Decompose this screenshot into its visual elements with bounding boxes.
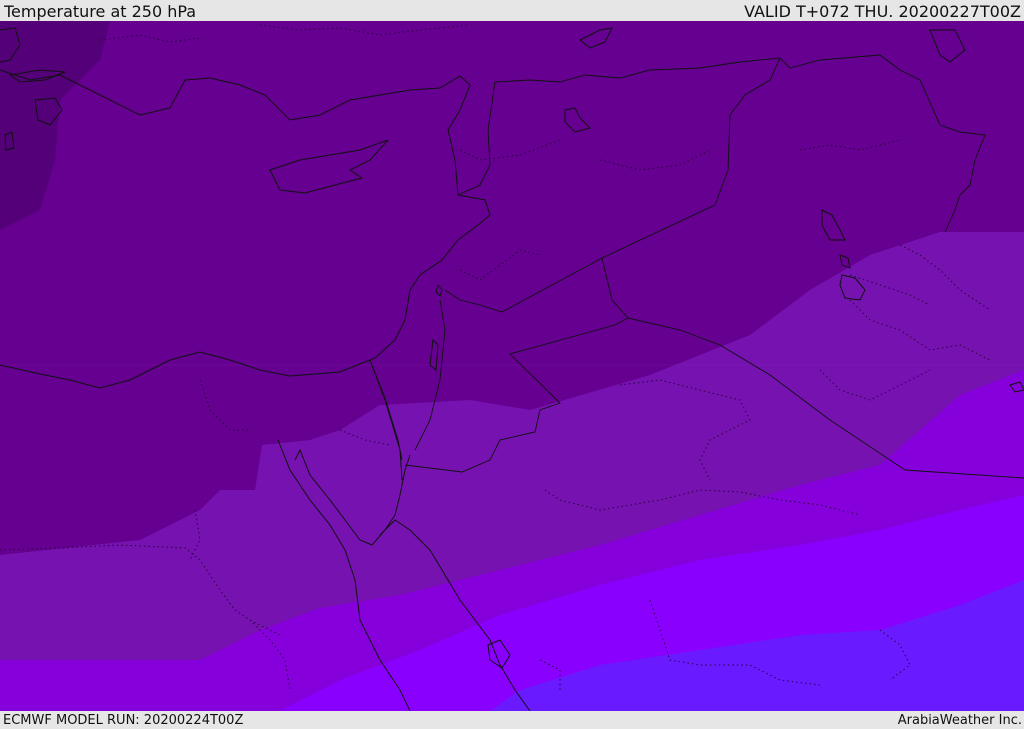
map-title: Temperature at 250 hPa bbox=[4, 1, 197, 21]
weather-map[interactable] bbox=[0, 21, 1024, 711]
credit: ArabiaWeather Inc. bbox=[897, 712, 1022, 728]
model-run: ECMWF MODEL RUN: 20200224T00Z bbox=[3, 712, 244, 728]
footer-bar: ECMWF MODEL RUN: 20200224T00Z ArabiaWeat… bbox=[0, 711, 1024, 729]
map-canvas bbox=[0, 21, 1024, 711]
title-bar: Temperature at 250 hPa VALID T+072 THU. … bbox=[0, 0, 1024, 22]
valid-time: VALID T+072 THU. 20200227T00Z bbox=[744, 1, 1021, 21]
